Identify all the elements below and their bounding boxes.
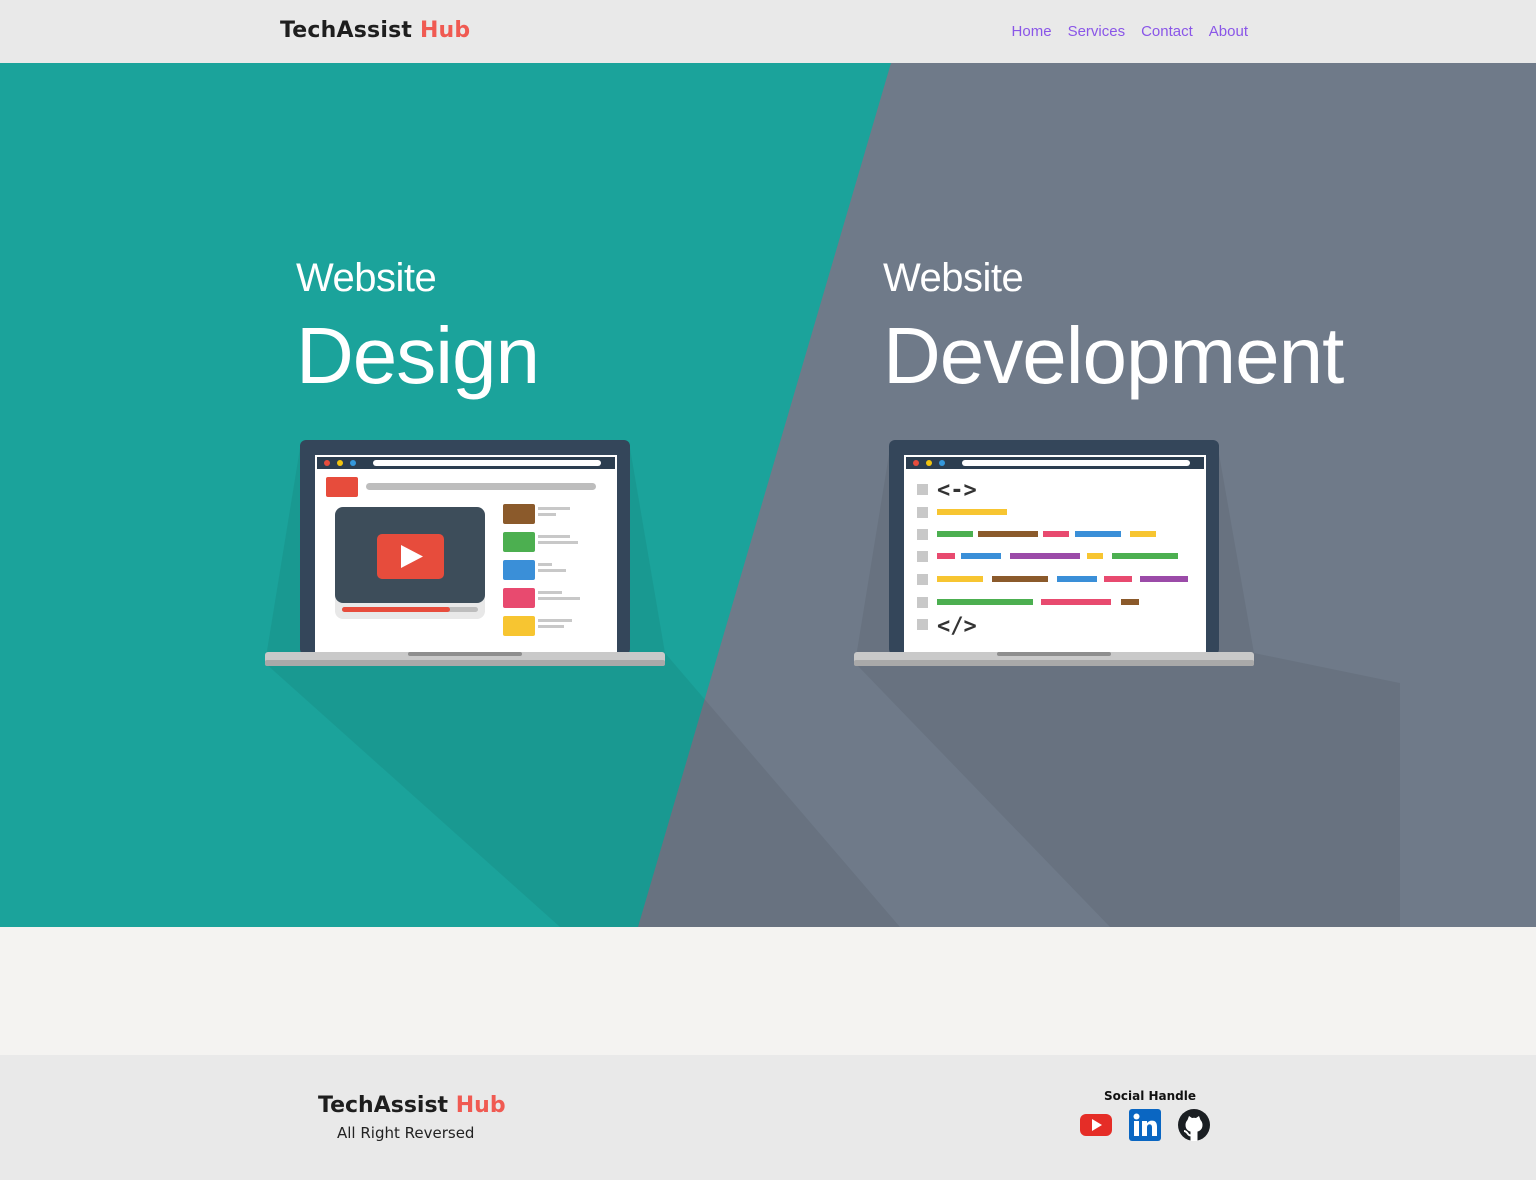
design-title: Design (296, 311, 540, 400)
linkedin-icon (1129, 1109, 1161, 1141)
brand-accent: Hub (419, 18, 471, 43)
main-nav: Home Services Contact About (1012, 23, 1248, 40)
design-subtitle: Website (296, 256, 437, 300)
development-subtitle: Website (883, 256, 1024, 300)
copyright-text: All Right Reversed (337, 1124, 475, 1142)
development-laptop-illustration: <-> </> (854, 440, 1254, 666)
svg-text:</>: </> (937, 614, 977, 639)
svg-text:<->: <-> (937, 478, 977, 503)
hero-banner: <-> </> Website Design Website Developme… (0, 63, 1536, 927)
footer-brand: TechAssist Hub (318, 1093, 506, 1118)
youtube-link[interactable] (1079, 1108, 1113, 1142)
development-title: Development (883, 311, 1344, 400)
brand-name: TechAssist (280, 18, 413, 43)
social-handle-title: Social Handle (1104, 1089, 1197, 1103)
design-laptop-illustration (265, 440, 665, 666)
github-icon (1178, 1109, 1210, 1141)
hero-background: <-> </> (0, 63, 1536, 927)
nav-about-link[interactable]: About (1209, 23, 1248, 40)
nav-services-link[interactable]: Services (1068, 23, 1126, 40)
content-spacer (0, 927, 1536, 1055)
site-header: TechAssist Hub Home Services Contact Abo… (0, 0, 1536, 63)
github-link[interactable] (1177, 1108, 1211, 1142)
footer-brand-name: TechAssist (318, 1093, 449, 1118)
youtube-icon (1080, 1114, 1112, 1136)
site-footer: TechAssist Hub All Right Reversed Social… (0, 1055, 1536, 1180)
footer-brand-accent: Hub (455, 1093, 506, 1118)
nav-contact-link[interactable]: Contact (1141, 23, 1193, 40)
linkedin-link[interactable] (1128, 1108, 1162, 1142)
brand-logo[interactable]: TechAssist Hub (280, 18, 470, 43)
nav-home-link[interactable]: Home (1012, 23, 1052, 40)
